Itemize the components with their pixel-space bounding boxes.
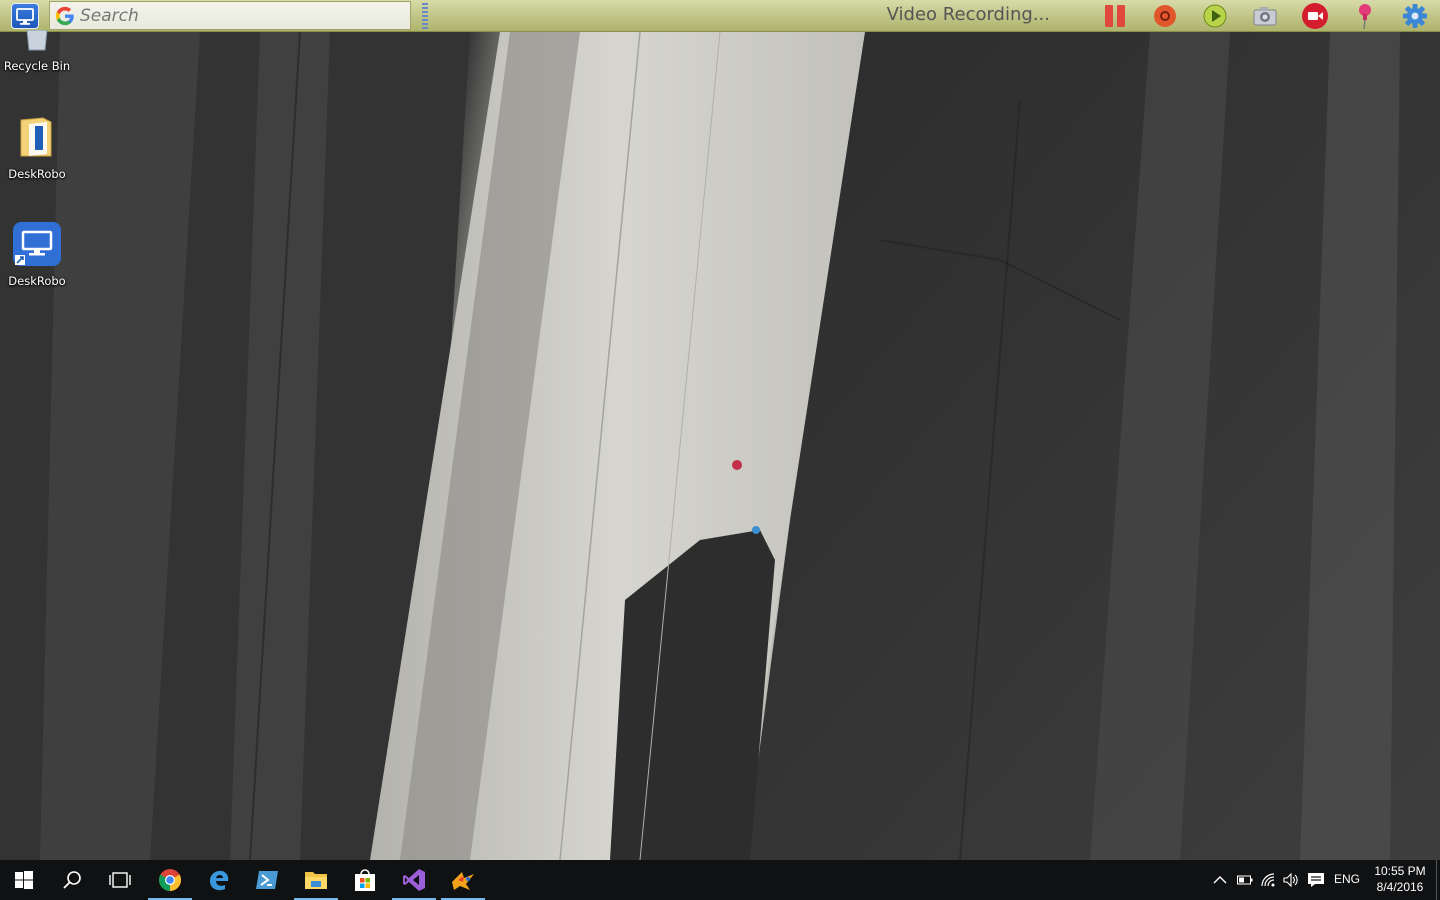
speaker-icon <box>1283 873 1298 887</box>
cliff-texture <box>0 31 1440 860</box>
windows-logo-icon <box>15 871 33 889</box>
desktop-icon-label: Recycle Bin <box>3 59 71 73</box>
gear-icon <box>1403 4 1427 28</box>
clock-date: 8/4/2016 <box>1376 880 1424 894</box>
pause-icon <box>1105 5 1125 27</box>
folder-icon <box>305 872 327 889</box>
recording-status: Video Recording... <box>886 4 1050 25</box>
clock-time: 10:55 PM <box>1374 864 1426 878</box>
folder-icon <box>20 117 52 157</box>
settings-button[interactable] <box>1401 2 1429 30</box>
taskbar-file-explorer[interactable] <box>292 860 340 900</box>
pause-button[interactable] <box>1101 2 1129 30</box>
tray-language[interactable]: ENG <box>1330 872 1364 886</box>
desktop-icon-recycle-bin[interactable]: Recycle Bin <box>2 29 72 73</box>
desktop-icon-deskrobo-folder[interactable]: DeskRobo <box>2 116 72 181</box>
desktop-wallpaper <box>0 0 1440 860</box>
battery-icon <box>1237 875 1253 885</box>
desktop-icon-label: DeskRobo <box>8 274 66 288</box>
stop-recording-button[interactable] <box>1301 2 1329 30</box>
edge-icon <box>210 870 229 891</box>
show-desktop-button[interactable] <box>1436 860 1440 900</box>
store-icon <box>355 869 375 891</box>
camera-icon <box>1253 7 1277 26</box>
search-input[interactable] <box>80 4 400 27</box>
screenshot-button[interactable] <box>1251 2 1279 30</box>
search-icon <box>63 871 81 889</box>
monitor-app-icon[interactable] <box>11 3 39 29</box>
video-camera-icon <box>1302 3 1328 29</box>
pushpin-icon <box>1359 4 1371 30</box>
play-icon <box>1203 4 1227 28</box>
taskbar-paint-app[interactable] <box>439 860 487 900</box>
chrome-icon <box>159 869 181 891</box>
tray-battery[interactable] <box>1234 860 1256 900</box>
task-view-icon <box>109 872 131 888</box>
task-view-button[interactable] <box>96 860 144 900</box>
taskbar-store[interactable] <box>341 860 389 900</box>
taskbar-edge[interactable] <box>195 860 243 900</box>
tray-volume[interactable] <box>1280 860 1302 900</box>
tray-clock[interactable]: 10:55 PM 8/4/2016 <box>1364 863 1436 895</box>
tray-network[interactable] <box>1258 860 1280 900</box>
taskbar-powershell[interactable] <box>243 860 291 900</box>
powershell-icon <box>256 871 278 889</box>
record-icon <box>1154 5 1176 27</box>
paint-icon <box>452 872 474 890</box>
drag-handle[interactable] <box>422 3 428 29</box>
chevron-up-icon <box>1213 876 1227 884</box>
taskbar: ENG 10:55 PM 8/4/2016 <box>0 860 1440 900</box>
recycle-bin-icon <box>26 29 48 51</box>
wifi-icon <box>1261 873 1275 887</box>
desktop-icon-deskrobo-shortcut[interactable]: DeskRobo <box>2 221 72 288</box>
taskbar-chrome[interactable] <box>146 860 194 900</box>
tray-action-center[interactable] <box>1304 860 1328 900</box>
monitor-shortcut-icon <box>13 222 61 266</box>
record-button[interactable] <box>1151 2 1179 30</box>
pin-button[interactable] <box>1351 2 1379 30</box>
taskbar-visual-studio[interactable] <box>390 860 438 900</box>
recorder-toolbar: Video Recording... <box>0 0 1440 32</box>
start-button[interactable] <box>0 860 48 900</box>
visual-studio-icon <box>403 869 425 891</box>
tray-show-hidden-icons[interactable] <box>1208 860 1232 900</box>
taskbar-search-button[interactable] <box>48 860 96 900</box>
desktop-icon-label: DeskRobo <box>8 167 66 181</box>
notification-icon <box>1308 873 1324 887</box>
search-box <box>49 1 411 30</box>
play-button[interactable] <box>1201 2 1229 30</box>
google-g-icon <box>55 6 74 26</box>
